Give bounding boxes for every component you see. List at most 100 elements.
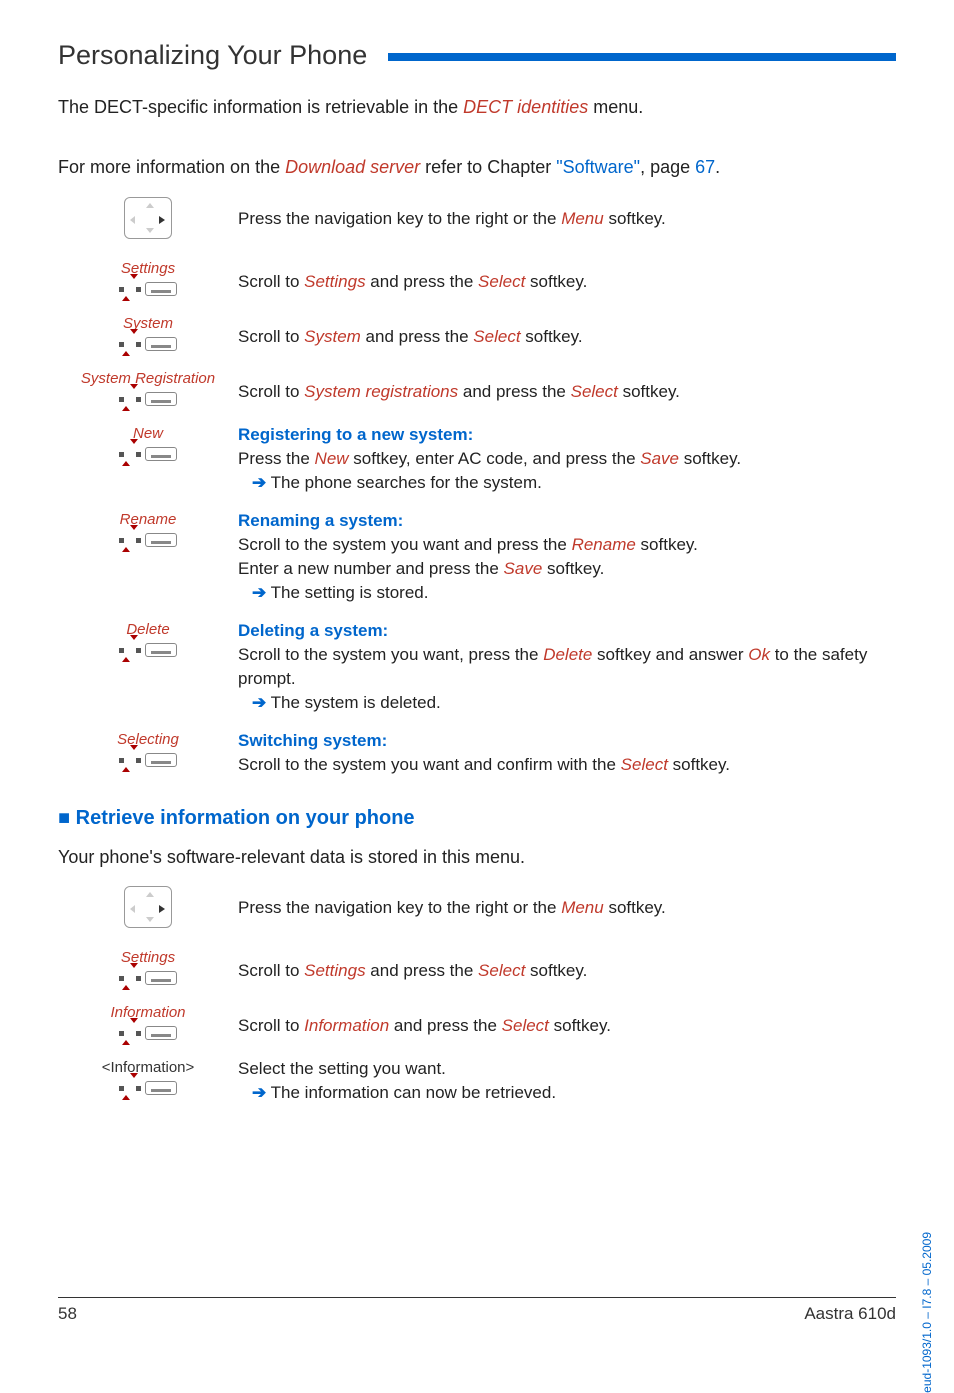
text: For more information on the	[58, 157, 285, 177]
step-selecting: Selecting Switching system: Scroll to th…	[58, 729, 896, 777]
scroll-softkey-icon	[119, 1023, 177, 1043]
term: Ok	[748, 645, 770, 664]
icon-cell: System Registration	[58, 368, 238, 409]
text: Scroll to	[238, 961, 304, 980]
page-67-link[interactable]: 67	[695, 157, 715, 177]
term: Rename	[572, 535, 636, 554]
text: and press the	[366, 961, 478, 980]
scroll-softkey-icon	[119, 279, 177, 299]
step2-information: Information Scroll to Information and pr…	[58, 1002, 896, 1043]
step-system-registration: System Registration Scroll to System reg…	[58, 368, 896, 409]
arrow-icon: ➔	[252, 693, 266, 712]
step-navkey: Press the navigation key to the right or…	[58, 195, 896, 244]
text: softkey.	[525, 961, 587, 980]
page-footer: 58 Aastra 610d	[58, 1297, 896, 1324]
text: .	[715, 157, 720, 177]
step-delete: Delete Deleting a system: Scroll to the …	[58, 619, 896, 715]
registering-heading: Registering to a new system:	[238, 423, 896, 447]
navigation-key-icon	[124, 886, 172, 928]
scroll-softkey-icon	[119, 389, 177, 409]
step-text: Scroll to Information and press the Sele…	[238, 1002, 896, 1043]
renaming-heading: Renaming a system:	[238, 509, 896, 533]
result-text: The information can now be retrieved.	[266, 1083, 556, 1102]
title-accent-bar	[388, 53, 896, 61]
text: Scroll to the system you want, press the	[238, 645, 543, 664]
dect-identities-term: DECT identities	[463, 97, 588, 117]
step2-information-value: <Information> Select the setting you wan…	[58, 1057, 896, 1105]
text: menu.	[588, 97, 643, 117]
step-text: Registering to a new system: Press the N…	[238, 423, 896, 495]
arrow-icon: ➔	[252, 473, 266, 492]
text: softkey.	[618, 382, 680, 401]
result-text: The system is deleted.	[266, 693, 441, 712]
information-placeholder-label: <Information>	[58, 1059, 238, 1076]
page-number: 58	[58, 1304, 77, 1324]
icon-cell: Settings	[58, 947, 238, 988]
text: softkey.	[549, 1016, 611, 1035]
step-text: Press the navigation key to the right or…	[238, 884, 896, 933]
system-label: System	[58, 315, 238, 332]
result-text: The phone searches for the system.	[266, 473, 542, 492]
menu-softkey-term: Menu	[561, 209, 604, 228]
rename-label: Rename	[58, 511, 238, 528]
step-text: Switching system: Scroll to the system y…	[238, 729, 896, 777]
text: softkey.	[604, 898, 666, 917]
text: softkey.	[542, 559, 604, 578]
text: Scroll to	[238, 327, 304, 346]
step-new: New Registering to a new system: Press t…	[58, 423, 896, 495]
navkey-icon-cell	[58, 195, 238, 244]
text: softkey and answer	[592, 645, 748, 664]
text: and press the	[366, 272, 478, 291]
result-text: The setting is stored.	[266, 583, 428, 602]
selecting-label: Selecting	[58, 731, 238, 748]
text: Scroll to	[238, 272, 304, 291]
step-text: Press the navigation key to the right or…	[238, 195, 896, 244]
intro-paragraph-1: The DECT-specific information is retriev…	[58, 93, 896, 121]
term: Save	[640, 449, 679, 468]
deleting-heading: Deleting a system:	[238, 619, 896, 643]
step-text: Scroll to Settings and press the Select …	[238, 258, 896, 299]
step-text: Renaming a system: Scroll to the system …	[238, 509, 896, 605]
term: New	[315, 449, 349, 468]
term: Delete	[543, 645, 592, 664]
step-text: Scroll to Settings and press the Select …	[238, 947, 896, 988]
step-text: Deleting a system: Scroll to the system …	[238, 619, 896, 715]
step-rename: Rename Renaming a system: Scroll to the …	[58, 509, 896, 605]
term: Information	[304, 1016, 389, 1035]
text: and press the	[361, 327, 473, 346]
scroll-softkey-icon	[119, 334, 177, 354]
step2-navkey: Press the navigation key to the right or…	[58, 884, 896, 933]
text: softkey.	[521, 327, 583, 346]
term: System registrations	[304, 382, 458, 401]
term: Select	[478, 961, 525, 980]
text: and press the	[458, 382, 570, 401]
step-system: System Scroll to System and press the Se…	[58, 313, 896, 354]
section-title-row: Personalizing Your Phone	[58, 40, 896, 61]
software-chapter-link[interactable]: "Software"	[556, 157, 640, 177]
term: Select	[571, 382, 618, 401]
term: System	[304, 327, 361, 346]
scroll-softkey-icon	[119, 968, 177, 988]
icon-cell: System	[58, 313, 238, 354]
term: Settings	[304, 272, 365, 291]
system-registration-label: System Registration	[58, 370, 238, 387]
text: Enter a new number and press the	[238, 559, 504, 578]
text: softkey.	[636, 535, 698, 554]
text: Scroll to	[238, 382, 304, 401]
arrow-icon: ➔	[252, 1083, 266, 1102]
step-text: Scroll to System and press the Select so…	[238, 313, 896, 354]
icon-cell: <Information>	[58, 1057, 238, 1105]
document-id-label: eud-1093/1.0 – I7.8 – 05.2009	[920, 1232, 934, 1393]
navkey-icon-cell	[58, 884, 238, 933]
retrieve-info-intro: Your phone's software-relevant data is s…	[58, 844, 896, 870]
arrow-icon: ➔	[252, 583, 266, 602]
retrieve-info-heading: Retrieve information on your phone	[58, 807, 896, 830]
icon-cell: New	[58, 423, 238, 495]
scroll-softkey-icon	[119, 444, 177, 464]
term: Save	[504, 559, 543, 578]
text: softkey.	[668, 755, 730, 774]
icon-cell: Settings	[58, 258, 238, 299]
step2-settings: Settings Scroll to Settings and press th…	[58, 947, 896, 988]
text: Scroll to the system you want and confir…	[238, 755, 621, 774]
information-label: Information	[58, 1004, 238, 1021]
